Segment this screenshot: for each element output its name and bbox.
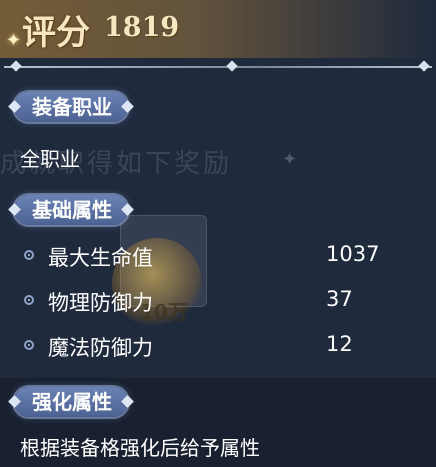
divider-diamond-icon	[418, 60, 430, 72]
diamond-bullet-icon	[24, 295, 34, 305]
attr-name: 魔法防御力	[48, 336, 153, 360]
diamond-bullet-icon	[24, 340, 34, 350]
score-label: 评分	[22, 13, 90, 53]
equip-class-value: 全职业	[20, 147, 80, 171]
score-value: 1819	[104, 12, 180, 43]
enhance-attrs-desc: 根据装备格强化后给予属性	[20, 436, 260, 460]
diamond-bullet-icon	[24, 250, 34, 260]
divider-diamond-icon	[226, 60, 238, 72]
attr-value: 1037	[326, 242, 380, 266]
attr-row: 魔法防御力 12	[0, 328, 436, 368]
attr-row: 物理防御力 37	[0, 283, 436, 323]
section-header-base-attrs: 基础属性	[14, 195, 128, 225]
section-header-enhance-attrs: 强化属性	[14, 387, 128, 417]
divider-diamond-icon	[10, 60, 22, 72]
attr-name: 物理防御力	[48, 291, 153, 315]
score-bar: ✦ 评分 1819	[0, 0, 436, 58]
bg-sparkle-icon: ✦	[282, 149, 298, 170]
attr-name: 最大生命值	[48, 246, 153, 270]
section-header-equip-class: 装备职业	[14, 92, 128, 122]
attr-value: 12	[326, 332, 353, 356]
header-divider	[4, 66, 432, 68]
attr-row: 最大生命值 1037	[0, 238, 436, 278]
attr-value: 37	[326, 287, 353, 311]
